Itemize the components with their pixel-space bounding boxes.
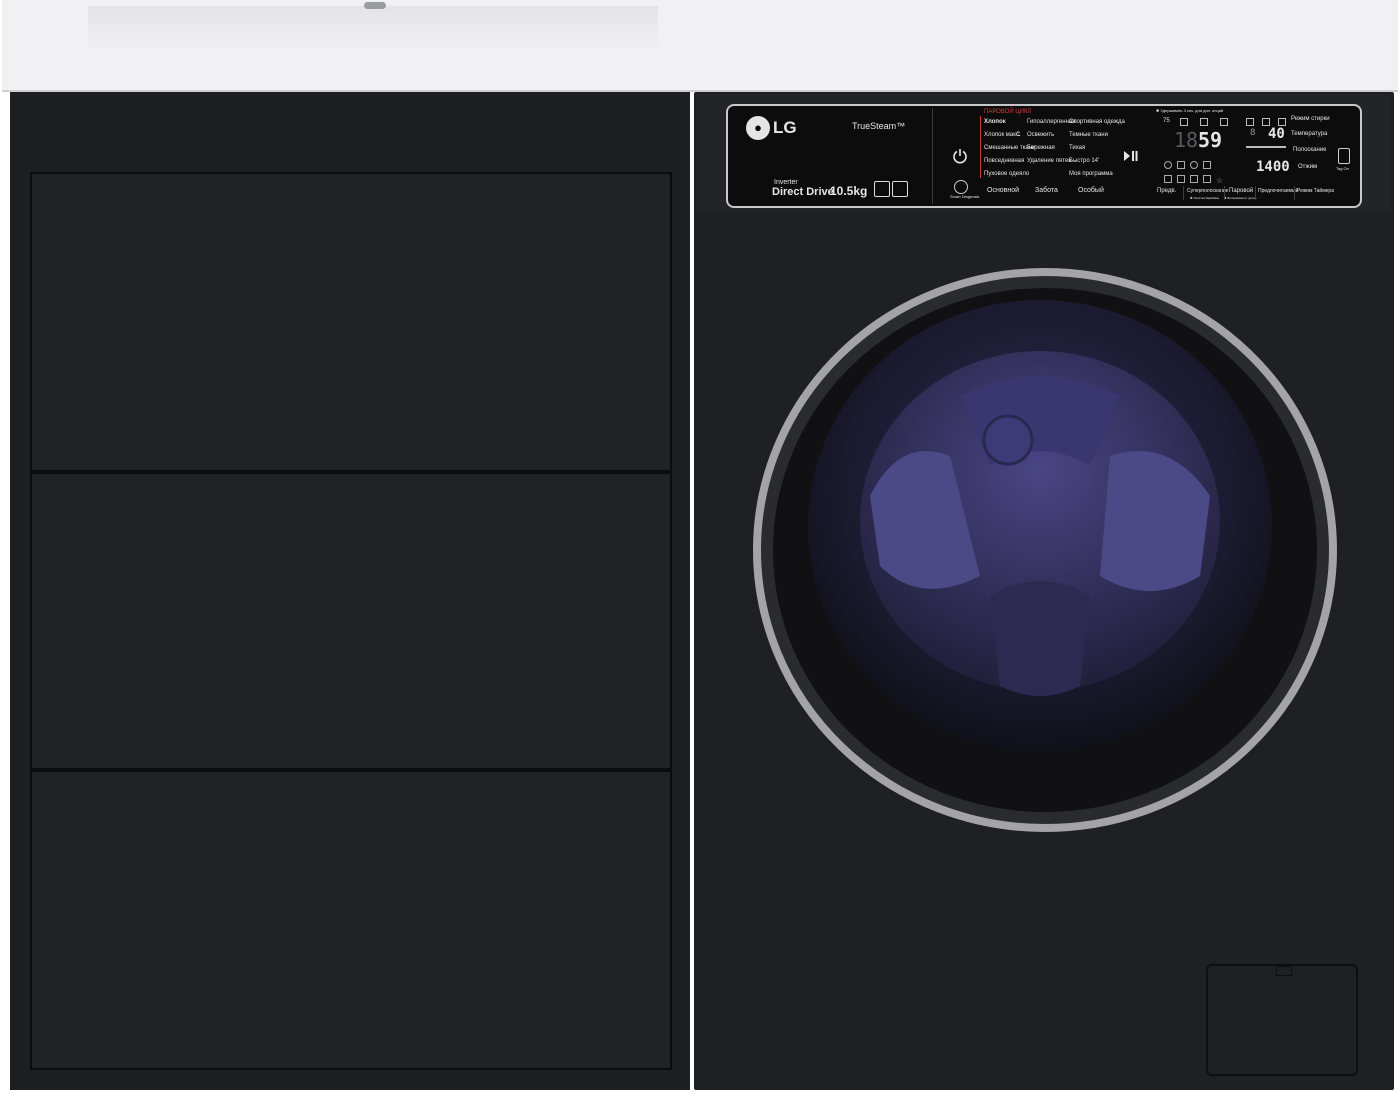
steam-button[interactable]: Паровой bbox=[1229, 188, 1253, 194]
wash-mode-button[interactable]: Режим стирки bbox=[1291, 116, 1330, 122]
door-icon bbox=[1203, 161, 1211, 169]
direct-drive-label: Direct Drive bbox=[772, 186, 834, 198]
spin-indicator-icon bbox=[1220, 118, 1228, 126]
temp-ghost: 8 bbox=[1250, 128, 1256, 138]
rinse-indicator-icon bbox=[1200, 118, 1208, 126]
divider bbox=[1183, 186, 1184, 200]
tub-clean-icon bbox=[1164, 175, 1172, 183]
lg-logo-icon: ● bbox=[746, 116, 770, 140]
group-label: Забота bbox=[1035, 187, 1058, 194]
group-label: Основной bbox=[987, 187, 1020, 194]
program-item[interactable]: Хлопок bbox=[984, 119, 1006, 125]
time-display: 59 bbox=[1198, 128, 1223, 152]
program-item[interactable]: Моя программа bbox=[1069, 171, 1113, 177]
faucet-hole bbox=[364, 2, 386, 9]
smart-diagnosis-label: Smart Diagnosis bbox=[950, 194, 980, 199]
program-item[interactable]: Темные ткани bbox=[1069, 132, 1108, 138]
soil-icon-3 bbox=[1278, 118, 1286, 126]
truesteam-label: TrueSteam™ bbox=[852, 121, 906, 131]
allergy-badge-icon bbox=[892, 181, 908, 197]
rinse-count-indicator: 75 bbox=[1163, 118, 1170, 124]
wifi-icon bbox=[1190, 161, 1198, 169]
program-temp-mark: C bbox=[1016, 132, 1021, 138]
program-item[interactable]: Быстро 14' bbox=[1069, 158, 1099, 164]
divider bbox=[1255, 186, 1256, 200]
lock-icon bbox=[1177, 161, 1185, 169]
prewash-icon bbox=[1203, 175, 1211, 183]
filter-latch[interactable] bbox=[1276, 966, 1292, 976]
steam-cycles-header: ПАРОВОЙ ЦИКЛ bbox=[984, 109, 1032, 115]
smart-diagnosis-icon bbox=[954, 180, 968, 194]
program-item[interactable]: Тихая bbox=[1069, 145, 1085, 151]
temperature-button[interactable]: Температура bbox=[1291, 131, 1327, 137]
tag-on-label: Tag On bbox=[1336, 166, 1349, 171]
washer-door[interactable] bbox=[750, 266, 1340, 846]
filter-hatch[interactable] bbox=[1206, 964, 1358, 1076]
delay-timer-button[interactable]: Режим Таймера bbox=[1297, 188, 1334, 194]
rinse-plus-icon bbox=[1177, 175, 1185, 183]
timer-icon bbox=[1164, 161, 1172, 169]
favorite-button[interactable]: Предпочитаемый bbox=[1258, 188, 1298, 194]
spin-button[interactable]: Отжим bbox=[1298, 164, 1317, 170]
wash-indicator-icon bbox=[1180, 118, 1188, 126]
soil-icon-2 bbox=[1262, 118, 1270, 126]
steam-cycles-bracket bbox=[980, 116, 981, 178]
rinse-button[interactable]: Полоскание bbox=[1293, 147, 1327, 153]
steam-icon bbox=[1190, 175, 1198, 183]
prewash-button[interactable]: Предв. bbox=[1157, 188, 1176, 194]
inverter-label: Inverter bbox=[774, 179, 798, 186]
spin-display: 1400 bbox=[1256, 159, 1290, 175]
rinse-level-bar bbox=[1246, 146, 1286, 148]
status-icons-row bbox=[1164, 156, 1224, 169]
capacity-label: 10.5kg bbox=[830, 184, 868, 198]
tub-clean-sublabel: ✱ Очистка барабана bbox=[1190, 196, 1219, 200]
favorite-star-icon: ☆ bbox=[1216, 176, 1224, 185]
program-item[interactable]: Пуховое одеяло bbox=[984, 171, 1029, 177]
divider bbox=[932, 108, 933, 204]
program-item[interactable]: Бережная bbox=[1027, 145, 1055, 151]
drawer-bottom[interactable] bbox=[30, 770, 672, 1070]
rinse-plus-button[interactable]: Суперполоскание bbox=[1187, 188, 1228, 194]
group-label: Особый bbox=[1078, 187, 1104, 194]
program-item[interactable]: Спортивная одежда bbox=[1069, 119, 1125, 125]
sink-basin bbox=[88, 6, 658, 60]
steam-badge-icon bbox=[874, 181, 890, 197]
divider bbox=[1224, 186, 1225, 200]
program-item[interactable]: Удаление пятен bbox=[1027, 158, 1072, 164]
power-button-icon[interactable] bbox=[952, 148, 968, 164]
brand-label: LG bbox=[773, 118, 797, 137]
status-icons-row-2: ☆ bbox=[1164, 170, 1234, 185]
temperature-display: 40 bbox=[1268, 126, 1285, 142]
tag-on-icon bbox=[1338, 148, 1350, 164]
divider bbox=[1294, 186, 1295, 200]
program-item[interactable]: Освежить bbox=[1027, 132, 1054, 138]
drawer-top[interactable] bbox=[30, 172, 672, 472]
time-hours-ghost: 18 bbox=[1174, 128, 1199, 152]
child-lock-sublabel: ✱ Блокировка от детей bbox=[1224, 196, 1257, 200]
drawer-middle[interactable] bbox=[30, 472, 672, 770]
options-note: ✱ Удерживать 3 сек. для доп. опций bbox=[1156, 108, 1224, 113]
soil-icon bbox=[1246, 118, 1254, 126]
start-pause-icon[interactable] bbox=[1124, 150, 1138, 162]
program-item[interactable]: Повседневная bbox=[984, 158, 1024, 164]
